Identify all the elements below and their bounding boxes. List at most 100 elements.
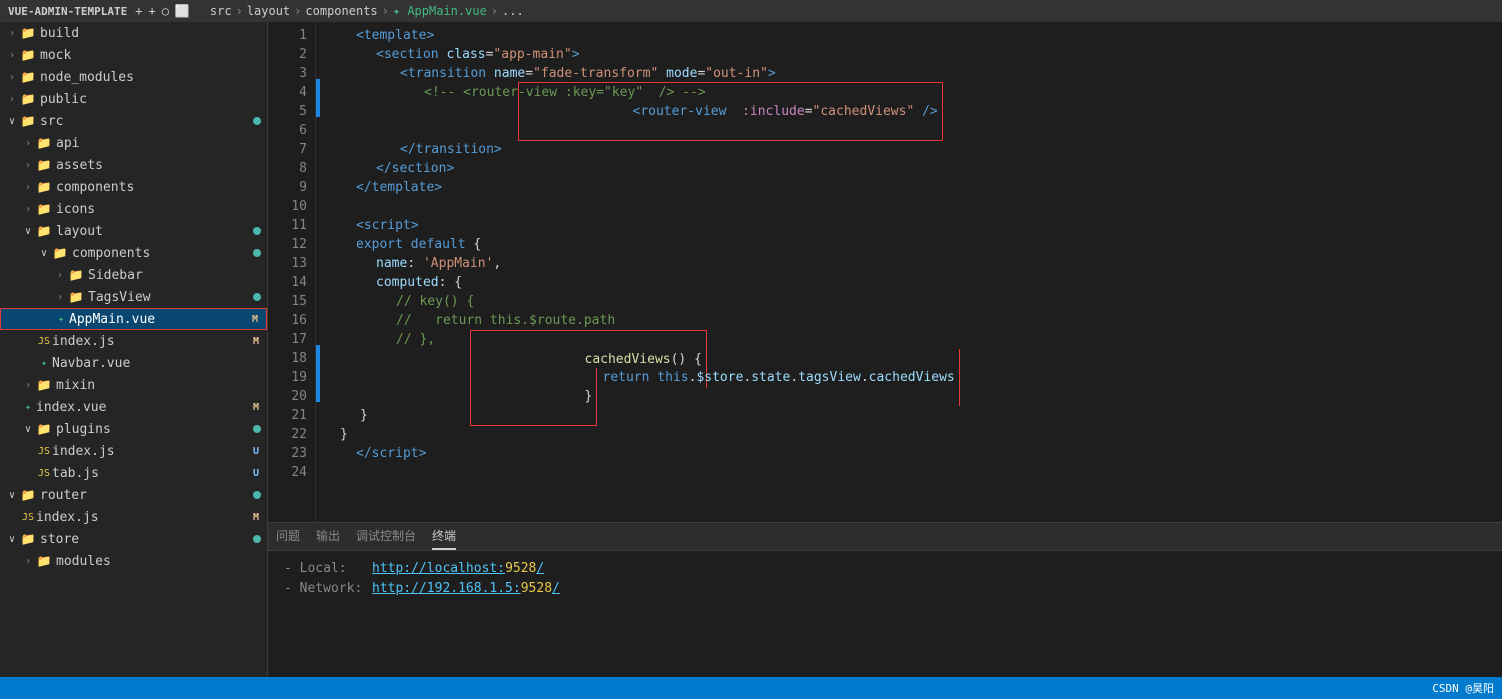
sidebar-item-src[interactable]: ∨ 📁 src bbox=[0, 110, 267, 132]
modified-dot bbox=[253, 249, 261, 257]
modified-badge: M bbox=[253, 512, 259, 523]
sidebar-item-router-indexjs[interactable]: JS index.js M bbox=[0, 506, 267, 528]
modified-dot bbox=[253, 227, 261, 235]
file-icon: ✦ bbox=[20, 402, 36, 413]
sidebar-item-build[interactable]: › 📁 build bbox=[0, 22, 267, 44]
folder-icon: 📁 bbox=[36, 135, 52, 151]
top-bar-icons: + + ○ ⬜ bbox=[135, 4, 190, 18]
chevron-down-icon: ∨ bbox=[20, 424, 36, 435]
folder-icon: 📁 bbox=[36, 421, 52, 437]
code-line: name: 'AppMain', bbox=[320, 254, 1502, 273]
sidebar-item-plugins-tabjs[interactable]: JS tab.js U bbox=[0, 462, 267, 484]
code-line: <router-view :include="cachedViews" /> bbox=[320, 102, 1502, 121]
folder-icon: 📁 bbox=[20, 25, 36, 41]
chevron-right-icon: › bbox=[20, 182, 36, 193]
code-content: <template> <section class="app-main"> <t… bbox=[320, 22, 1502, 522]
file-icon: JS bbox=[36, 446, 52, 457]
chevron-right-icon: › bbox=[20, 204, 36, 215]
sidebar-item-navbar[interactable]: ✦ Navbar.vue bbox=[0, 352, 267, 374]
sidebar-item-appmain[interactable]: ✦ AppMain.vue M bbox=[0, 308, 267, 330]
status-bar: CSDN @昊阳 bbox=[0, 677, 1502, 699]
sidebar-item-layout[interactable]: ∨ 📁 layout bbox=[0, 220, 267, 242]
git-indicator-bar bbox=[316, 22, 320, 522]
sidebar-item-layout-indexjs[interactable]: JS index.js M bbox=[0, 330, 267, 352]
modified-badge: M bbox=[252, 314, 258, 325]
code-line bbox=[320, 197, 1502, 216]
status-right: CSDN @昊阳 bbox=[1432, 680, 1494, 696]
sidebar-item-sidebar[interactable]: › 📁 Sidebar bbox=[0, 264, 267, 286]
chevron-down-icon: ∨ bbox=[4, 490, 20, 501]
modified-badge: M bbox=[253, 402, 259, 413]
tab-terminal[interactable]: 终端 bbox=[432, 523, 456, 550]
chevron-down-icon: ∨ bbox=[4, 534, 20, 545]
folder-icon: 📁 bbox=[20, 69, 36, 85]
sidebar-item-api[interactable]: › 📁 api bbox=[0, 132, 267, 154]
sidebar-item-plugins-indexjs[interactable]: JS index.js U bbox=[0, 440, 267, 462]
bottom-panel: 问题 输出 调试控制台 终端 - Local: http://localhost… bbox=[268, 522, 1502, 677]
tab-problems[interactable]: 问题 bbox=[276, 523, 300, 550]
sidebar-item-store[interactable]: ∨ 📁 store bbox=[0, 528, 267, 550]
folder-icon: 📁 bbox=[20, 91, 36, 107]
folder-icon: 📁 bbox=[36, 223, 52, 239]
code-line: export default { bbox=[320, 235, 1502, 254]
code-line: </template> bbox=[320, 178, 1502, 197]
top-bar: VUE-ADMIN-TEMPLATE + + ○ ⬜ src › layout … bbox=[0, 0, 1502, 22]
code-line bbox=[320, 463, 1502, 482]
refresh-icon[interactable]: ○ bbox=[162, 4, 169, 18]
sidebar-item-mock[interactable]: › 📁 mock bbox=[0, 44, 267, 66]
code-line: computed: { bbox=[320, 273, 1502, 292]
modified-dot bbox=[253, 425, 261, 433]
breadcrumb: src › layout › components › ✦ AppMain.vu… bbox=[190, 4, 1494, 18]
tab-debug-console[interactable]: 调试控制台 bbox=[356, 523, 416, 550]
sidebar-item-indexvue[interactable]: ✦ index.vue M bbox=[0, 396, 267, 418]
folder-icon: 📁 bbox=[36, 377, 52, 393]
sidebar-item-icons[interactable]: › 📁 icons bbox=[0, 198, 267, 220]
file-icon: JS bbox=[36, 468, 52, 479]
folder-icon: 📁 bbox=[36, 157, 52, 173]
panel-tabs: 问题 输出 调试控制台 终端 bbox=[268, 523, 1502, 551]
chevron-right-icon: › bbox=[20, 380, 36, 391]
sidebar-item-public[interactable]: › 📁 public bbox=[0, 88, 267, 110]
chevron-down-icon: ∨ bbox=[20, 226, 36, 237]
modified-dot bbox=[253, 293, 261, 301]
file-icon: ✦ bbox=[53, 314, 69, 325]
chevron-right-icon: › bbox=[52, 292, 68, 303]
file-icon: JS bbox=[36, 336, 52, 347]
new-folder-icon[interactable]: + bbox=[148, 4, 155, 18]
folder-icon: 📁 bbox=[68, 289, 84, 305]
status-author: CSDN @昊阳 bbox=[1432, 680, 1494, 696]
untracked-badge: U bbox=[253, 468, 259, 479]
tab-output[interactable]: 输出 bbox=[316, 523, 340, 550]
chevron-right-icon: › bbox=[4, 94, 20, 105]
chevron-down-icon: ∨ bbox=[4, 116, 20, 127]
folder-icon: 📁 bbox=[36, 179, 52, 195]
sidebar-item-components[interactable]: › 📁 components bbox=[0, 176, 267, 198]
folder-icon: 📁 bbox=[52, 245, 68, 261]
code-line: <script> bbox=[320, 216, 1502, 235]
code-editor: 12345 678910 1112131415 1617181920 21222… bbox=[268, 22, 1502, 522]
sidebar-item-assets[interactable]: › 📁 assets bbox=[0, 154, 267, 176]
folder-icon: 📁 bbox=[20, 47, 36, 63]
sidebar-item-mixin[interactable]: › 📁 mixin bbox=[0, 374, 267, 396]
modified-dot bbox=[253, 535, 261, 543]
code-line: <template> bbox=[320, 26, 1502, 45]
folder-icon: 📁 bbox=[36, 553, 52, 569]
sidebar-item-modules[interactable]: › 📁 modules bbox=[0, 550, 267, 572]
editor-area: 12345 678910 1112131415 1617181920 21222… bbox=[268, 22, 1502, 677]
code-line: <section class="app-main"> bbox=[320, 45, 1502, 64]
collapse-icon[interactable]: ⬜ bbox=[175, 4, 190, 18]
sidebar-item-layout-components[interactable]: ∨ 📁 components bbox=[0, 242, 267, 264]
terminal-line-local: - Local: http://localhost:9528/ bbox=[284, 559, 1486, 579]
sidebar-item-router[interactable]: ∨ 📁 router bbox=[0, 484, 267, 506]
new-file-icon[interactable]: + bbox=[135, 4, 142, 18]
sidebar-item-plugins[interactable]: ∨ 📁 plugins bbox=[0, 418, 267, 440]
sidebar-item-node-modules[interactable]: › 📁 node_modules bbox=[0, 66, 267, 88]
main-layout: › 📁 build › 📁 mock › 📁 node_modules › 📁 … bbox=[0, 22, 1502, 677]
sidebar-item-tagsview[interactable]: › 📁 TagsView bbox=[0, 286, 267, 308]
untracked-badge: U bbox=[253, 446, 259, 457]
file-icon: JS bbox=[20, 512, 36, 523]
chevron-right-icon: › bbox=[20, 160, 36, 171]
chevron-right-icon: › bbox=[4, 50, 20, 61]
folder-icon: 📁 bbox=[20, 531, 36, 547]
line-numbers: 12345 678910 1112131415 1617181920 21222… bbox=[268, 22, 316, 522]
